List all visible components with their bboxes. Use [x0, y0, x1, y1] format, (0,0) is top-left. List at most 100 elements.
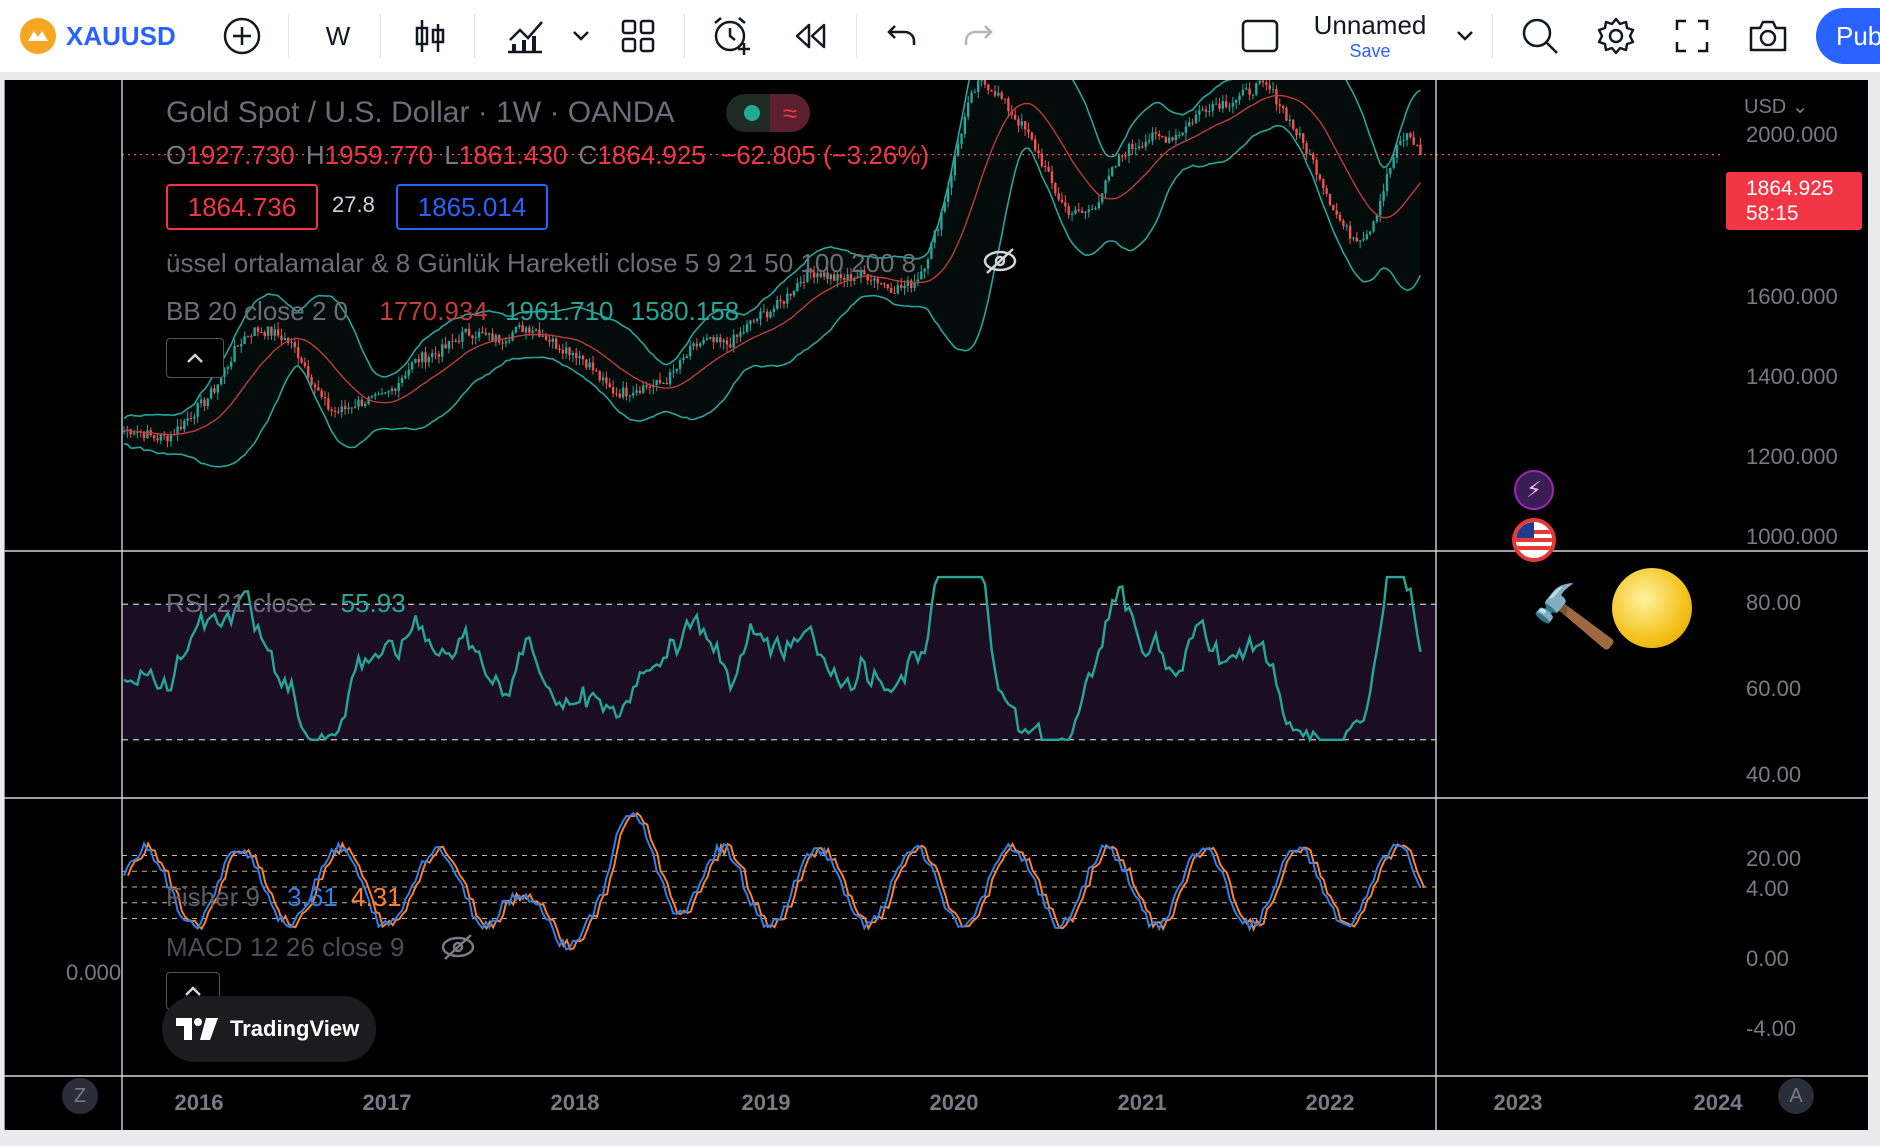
candle-body	[1114, 166, 1117, 168]
ma-indicator-label[interactable]: üssel ortalamalar & 8 Günlük Hareketli c…	[166, 248, 916, 279]
camera-icon[interactable]	[1746, 0, 1790, 72]
layout-icon[interactable]	[1238, 0, 1282, 72]
candle-body	[685, 356, 688, 359]
candle-body	[444, 344, 447, 349]
rsi-value: 55.93	[340, 588, 406, 618]
candle-body	[364, 403, 367, 406]
redo-icon[interactable]	[958, 0, 998, 72]
candle-body	[786, 293, 789, 304]
bb-upper-value: 1961.710	[505, 296, 614, 326]
candle-body	[1231, 102, 1235, 107]
fisher-legend[interactable]: Fisher 9 3.61 4.31	[166, 882, 402, 913]
search-icon[interactable]	[1518, 0, 1562, 72]
candle-body	[487, 333, 491, 335]
undo-icon[interactable]	[882, 0, 922, 72]
currency-selector[interactable]: USD ⌄	[1744, 94, 1809, 119]
rsi-legend[interactable]: RSI 21 close 55.93	[166, 588, 406, 619]
chart-area[interactable]: Gold Spot / U.S. Dollar · 1W · OANDA ≈ O…	[4, 80, 1868, 1130]
open-value: 1927.730	[186, 140, 295, 170]
hidden-eye-icon[interactable]	[982, 246, 1018, 276]
interval-button[interactable]: W	[318, 0, 358, 72]
candle-body	[1000, 92, 1003, 99]
collapse-legend-button[interactable]	[166, 338, 224, 378]
candle-body	[1342, 220, 1345, 227]
candle-body	[732, 334, 735, 348]
candle-body	[1003, 98, 1007, 100]
candle-body	[796, 283, 799, 292]
layout-chevron-down-icon[interactable]	[1450, 0, 1480, 72]
candle-body	[1023, 121, 1027, 130]
candle-body	[1312, 153, 1315, 160]
layout-name-button[interactable]: Unnamed Save	[1300, 8, 1440, 64]
candle-body	[1204, 109, 1208, 112]
candle-body	[1224, 101, 1228, 107]
year-tick: 2017	[362, 1090, 412, 1115]
candle-body	[276, 329, 280, 336]
rsi-tick: 20.00	[1746, 846, 1802, 871]
candle-body	[554, 338, 558, 349]
candles-icon[interactable]	[410, 0, 450, 72]
symbol-search-button[interactable]: XAUUSD	[66, 0, 176, 72]
bb-lower-value: 1580.158	[630, 296, 740, 326]
candle-body	[230, 361, 233, 367]
candle-body	[916, 279, 920, 282]
tradingview-watermark[interactable]: TradingView	[162, 996, 376, 1062]
candle-body	[1352, 237, 1355, 239]
candle-body	[1278, 104, 1281, 107]
candle-body	[1037, 150, 1040, 154]
candle-body	[266, 326, 270, 336]
candle-body	[611, 387, 615, 394]
candle-body	[642, 385, 645, 393]
sell-price-button[interactable]: 1864.736	[166, 184, 318, 230]
symbol-title[interactable]: Gold Spot / U.S. Dollar · 1W · OANDA	[166, 96, 674, 130]
candle-body	[374, 394, 377, 397]
candle-body	[152, 435, 156, 439]
candle-body	[776, 300, 779, 309]
publish-button[interactable]: Pub	[1816, 8, 1880, 64]
candle-body	[551, 338, 554, 342]
candle-body	[561, 349, 565, 354]
buy-price-button[interactable]: 1865.014	[396, 184, 548, 230]
candle-body	[605, 377, 608, 384]
candle-body	[799, 281, 802, 284]
close-value: 1864.925	[597, 140, 706, 170]
candle-body	[883, 283, 886, 285]
auto-scale-button[interactable]: A	[1778, 1078, 1814, 1114]
legend-toggle[interactable]: ≈	[726, 94, 810, 132]
candle-body	[1379, 200, 1382, 215]
candle-body	[766, 311, 769, 318]
chevron-down-icon[interactable]	[566, 0, 596, 72]
macd-label[interactable]: MACD 12 26 close 9	[166, 932, 404, 963]
candle-body	[394, 388, 397, 391]
candle-body	[531, 330, 534, 333]
candle-body	[132, 432, 136, 435]
alert-icon[interactable]	[710, 0, 754, 72]
replay-icon[interactable]	[790, 0, 830, 72]
macd-hidden-eye-icon[interactable]	[440, 932, 476, 962]
candle-body	[759, 311, 762, 319]
add-symbol-icon[interactable]	[220, 0, 264, 72]
candle-body	[615, 393, 618, 395]
go-to-z-button[interactable]: Z	[62, 1078, 98, 1114]
candle-body	[628, 395, 632, 397]
fullscreen-icon[interactable]	[1670, 0, 1714, 72]
price-tick: 2000.000	[1746, 122, 1838, 147]
candle-body	[353, 406, 357, 408]
candle-body	[377, 393, 380, 395]
candle-body	[524, 327, 528, 333]
candle-body	[1090, 208, 1094, 210]
candle-body	[682, 358, 685, 360]
candle-body	[967, 102, 970, 117]
candle-body	[1291, 119, 1295, 129]
us-flag-event-icon[interactable]	[1512, 518, 1556, 562]
lightning-event-icon[interactable]: ⚡	[1514, 470, 1554, 510]
bb-row[interactable]: BB 20 close 2 0 1770.934 1961.710 1580.1…	[166, 296, 739, 327]
indicators-icon[interactable]	[502, 0, 548, 72]
templates-icon[interactable]	[618, 0, 658, 72]
rsi-label: RSI 21 close	[166, 588, 314, 618]
candle-body	[581, 355, 585, 360]
candle-body	[424, 352, 427, 363]
candle-body	[317, 387, 320, 391]
settings-icon[interactable]	[1594, 0, 1638, 72]
low-value: 1861.430	[458, 140, 568, 170]
